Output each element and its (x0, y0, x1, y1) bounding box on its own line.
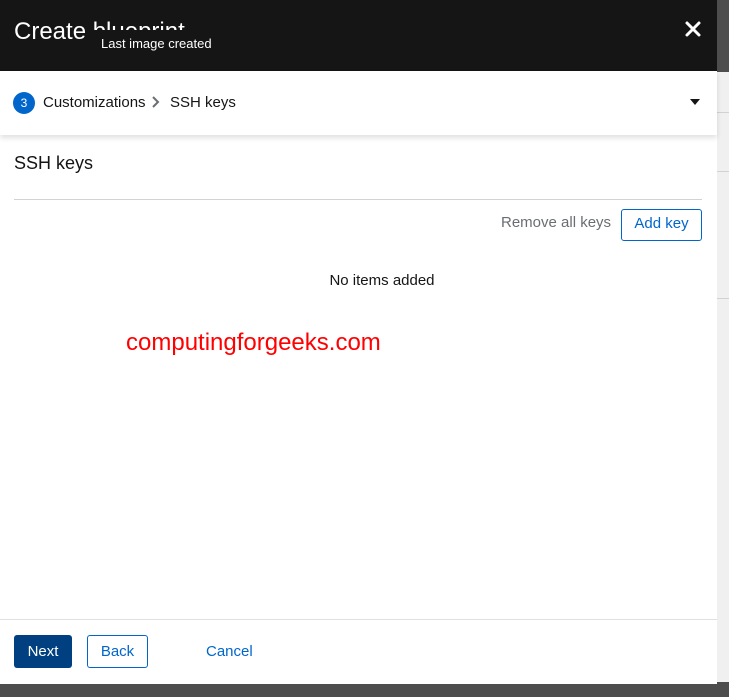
modal-header: Create blueprint Last image created (0, 0, 717, 71)
step-number-badge: 3 (13, 92, 35, 114)
caret-down-icon (690, 99, 700, 105)
page-backdrop-content (717, 72, 729, 682)
backdrop-divider (717, 171, 729, 172)
watermark-text: computingforgeeks.com (126, 329, 381, 356)
create-blueprint-modal: Create blueprint Last image created 3 Cu… (0, 0, 717, 684)
cancel-button[interactable]: Cancel (206, 642, 253, 662)
close-icon (685, 21, 701, 37)
chevron-right-icon (152, 96, 160, 108)
wizard-nav-toggle[interactable]: 3 Customizations SSH keys (0, 71, 717, 135)
modal-footer: Next Back Cancel (0, 619, 717, 684)
back-button[interactable]: Back (87, 635, 148, 668)
page-backdrop-bottom (0, 683, 729, 697)
backdrop-divider (717, 298, 729, 299)
next-button[interactable]: Next (14, 635, 72, 668)
substep-label: SSH keys (170, 94, 236, 111)
section-divider (14, 199, 702, 200)
remove-all-keys-button[interactable]: Remove all keys (501, 213, 611, 233)
section-title: SSH keys (14, 153, 94, 173)
tooltip: Last image created (93, 30, 220, 58)
step-label: Customizations (43, 94, 146, 111)
empty-state-text: No items added (329, 272, 435, 289)
add-key-button[interactable]: Add key (621, 209, 702, 241)
close-button[interactable] (681, 17, 705, 41)
backdrop-divider (717, 112, 729, 113)
